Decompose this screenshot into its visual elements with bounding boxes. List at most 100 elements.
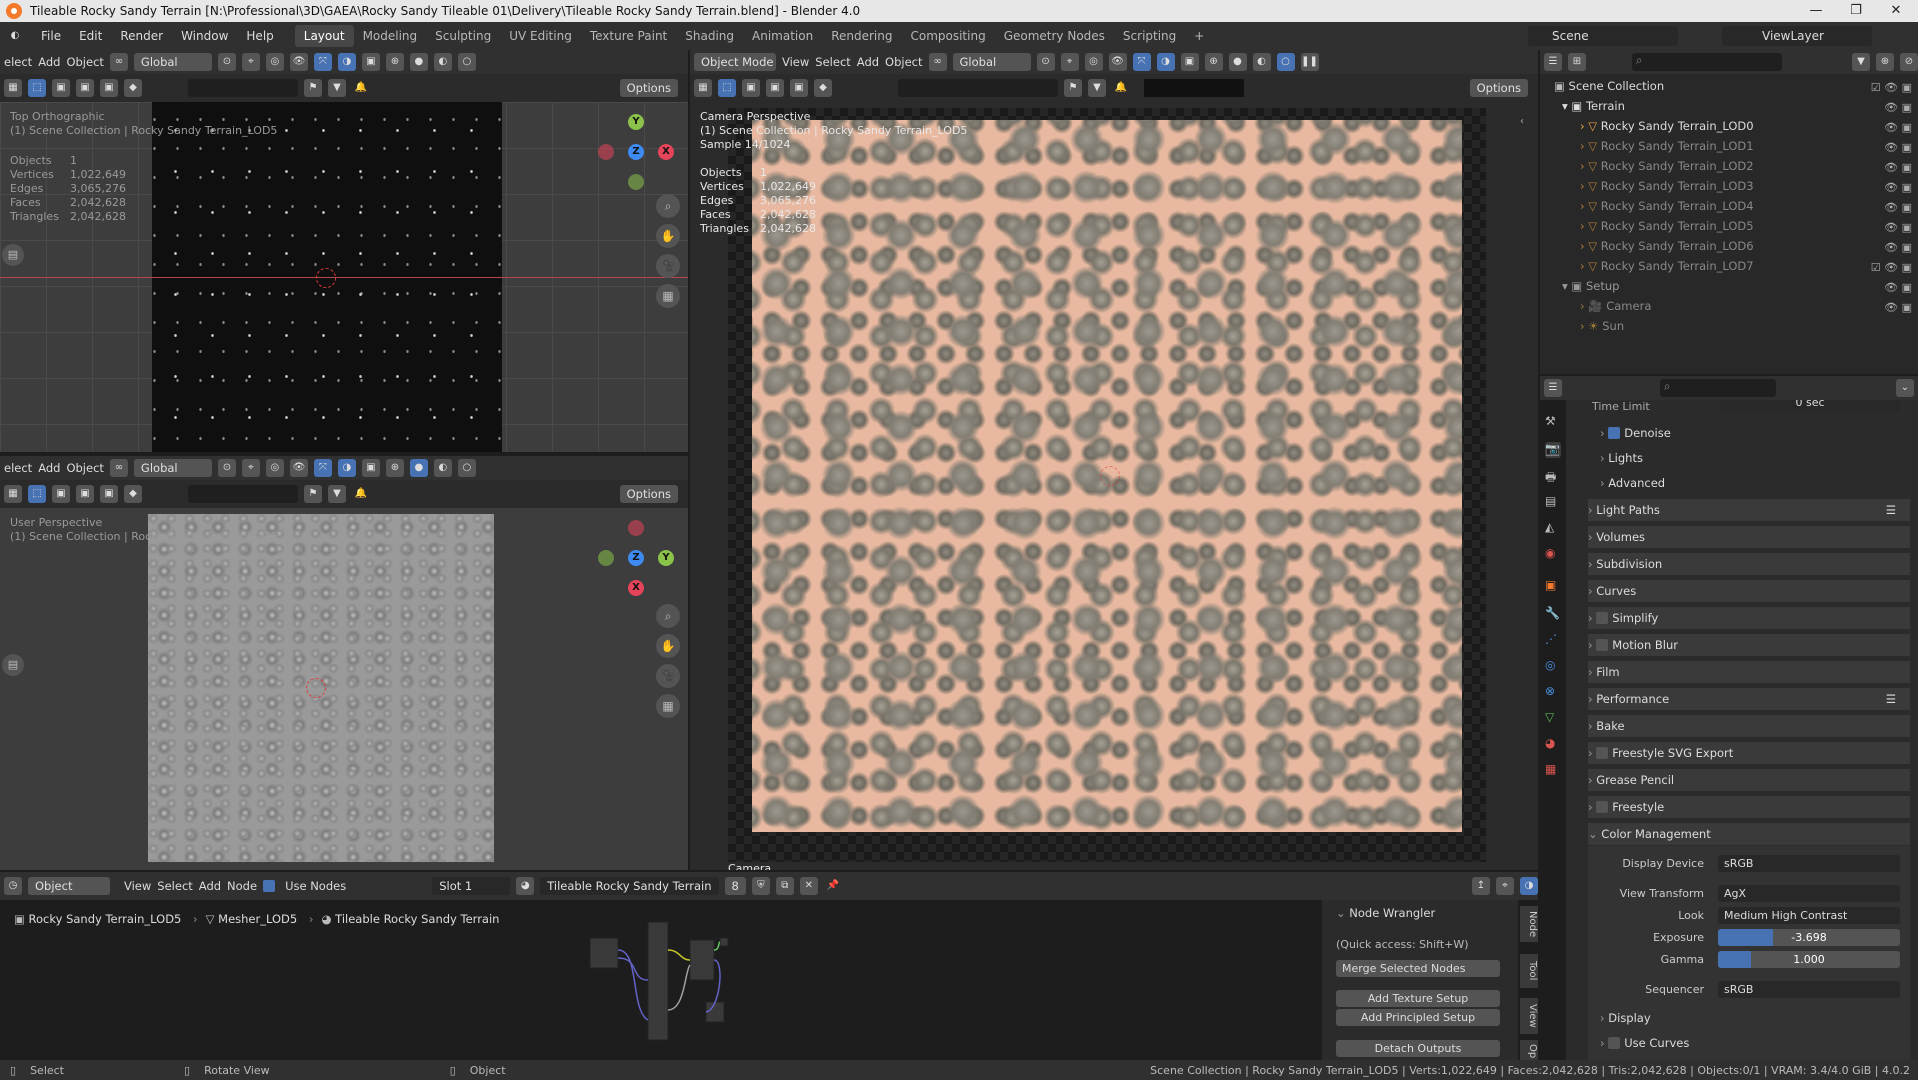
use-curves-subpanel[interactable]: › Use Curves <box>1600 1032 1872 1054</box>
panel-freestyle[interactable]: › Freestyle <box>1588 796 1910 818</box>
3d-cursor[interactable] <box>306 678 326 698</box>
gizmo-neg-y-icon[interactable] <box>628 174 644 190</box>
menu-file[interactable]: File <box>32 29 70 43</box>
filter-icon[interactable]: ◆ <box>124 485 142 503</box>
restrict-icon[interactable]: ⊘ <box>1900 53 1918 71</box>
pivot-icon[interactable]: ⊙ <box>1036 53 1055 71</box>
filter-icon[interactable]: ▼ <box>1852 53 1870 71</box>
menu-select[interactable]: Select <box>815 55 850 69</box>
tab-animation[interactable]: Animation <box>743 25 822 47</box>
blender-menu-icon[interactable]: ◐ <box>6 27 24 45</box>
mode-dropdown[interactable]: Object Mode <box>694 53 776 71</box>
freestyle-checkbox[interactable] <box>1596 801 1609 813</box>
display-subpanel[interactable]: › Display <box>1600 1007 1872 1029</box>
panel-light-paths[interactable]: › Light Paths ☰ <box>1588 499 1910 521</box>
tab-layout[interactable]: Layout <box>294 25 354 47</box>
data-tab-icon[interactable]: ▽ <box>1545 710 1561 726</box>
outliner-item-lod1[interactable]: › ▽ Rocky Sandy Terrain_LOD1 <box>1580 136 1880 156</box>
bookmark-icon[interactable]: ⚑ <box>304 485 322 503</box>
editor-type-icon[interactable]: ▦ <box>694 79 712 97</box>
overlay-icon[interactable]: ◑ <box>337 459 356 477</box>
gizmo-neg-z-icon[interactable] <box>628 520 644 536</box>
camera-view-icon[interactable]: 🎥 <box>656 664 680 688</box>
collection-setup[interactable]: ▾ ▣ Setup <box>1562 276 1862 296</box>
panel-curves[interactable]: › Curves <box>1588 580 1910 602</box>
filter-icon[interactable]: ◆ <box>814 79 832 97</box>
node-wrangler-title[interactable]: ⌄ Node Wrangler <box>1336 906 1435 920</box>
node-graph[interactable] <box>580 920 740 1045</box>
lights-subpanel[interactable]: › Lights <box>1600 447 1872 469</box>
shading-solid-icon[interactable]: ● <box>409 53 428 71</box>
shading-rendered-icon[interactable]: ○ <box>1276 53 1295 71</box>
tab-scripting[interactable]: Scripting <box>1114 25 1185 47</box>
gizmo-icon[interactable]: ⤧ <box>313 53 332 71</box>
search-field[interactable] <box>188 79 298 97</box>
tab-rendering[interactable]: Rendering <box>822 25 901 47</box>
select-mode-3-icon[interactable]: ▣ <box>100 485 118 503</box>
menu-select[interactable]: elect <box>4 55 32 69</box>
pivot-icon[interactable]: ⊙ <box>217 53 236 71</box>
snap-node-icon[interactable]: ⌖ <box>1496 877 1514 895</box>
viewport-user-perspective[interactable]: User Perspective (1) Scene Collection | … <box>0 508 688 870</box>
material-sphere-icon[interactable]: ◕ <box>516 877 535 895</box>
ortho-grid-icon[interactable]: ▦ <box>656 284 680 308</box>
shader-type-dropdown[interactable]: Object <box>28 877 110 895</box>
menu-node[interactable]: Node <box>227 879 257 893</box>
menu-object[interactable]: Object <box>66 55 103 69</box>
pin-icon[interactable]: 📌 <box>824 877 842 895</box>
outliner-item-lod0[interactable]: › ▽ Rocky Sandy Terrain_LOD0 <box>1580 116 1880 136</box>
outliner-item-lod4[interactable]: › ▽ Rocky Sandy Terrain_LOD4 <box>1580 196 1880 216</box>
physics-tab-icon[interactable]: ◎ <box>1545 658 1561 674</box>
notify-icon[interactable]: 🔔 <box>352 485 370 503</box>
outliner-item-lod2[interactable]: › ▽ Rocky Sandy Terrain_LOD2 <box>1580 156 1880 176</box>
scene-collection-row[interactable]: ▣ Scene Collection <box>1554 76 1854 96</box>
visibility-icon[interactable]: 👁 <box>289 53 308 71</box>
add-workspace-button[interactable]: + <box>1185 25 1213 47</box>
sidebar-tab-node[interactable]: Node <box>1520 906 1538 942</box>
select-mode-3-icon[interactable]: ▣ <box>790 79 808 97</box>
parent-node-icon[interactable]: ↥ <box>1472 877 1490 895</box>
funnel-icon[interactable]: ▼ <box>328 485 346 503</box>
menu-edit[interactable]: Edit <box>70 29 111 43</box>
proportional-icon[interactable]: ◎ <box>265 459 284 477</box>
material-name-field[interactable]: Tileable Rocky Sandy Terrain <box>540 877 719 895</box>
render-tab-icon[interactable]: 📷 <box>1545 442 1561 458</box>
scene-selector[interactable]: Scene <box>1528 26 1678 46</box>
panel-bake[interactable]: › Bake <box>1588 715 1910 737</box>
select-mode-icon[interactable]: ▣ <box>52 485 70 503</box>
shading-wire-icon[interactable]: ⊕ <box>385 459 404 477</box>
tab-sculpting[interactable]: Sculpting <box>426 25 500 47</box>
snap-icon[interactable]: ⌖ <box>1060 53 1079 71</box>
notify-icon[interactable]: 🔔 <box>1112 79 1130 97</box>
sidebar-toggle-icon[interactable]: ‹ <box>1520 116 1524 127</box>
gizmo-icon[interactable]: ⤧ <box>1132 53 1151 71</box>
select-mode-icon[interactable]: ▣ <box>52 79 70 97</box>
menu-add[interactable]: Add <box>38 461 60 475</box>
visibility-icon[interactable]: 👁 <box>1108 53 1127 71</box>
tab-texture-paint[interactable]: Texture Paint <box>581 25 676 47</box>
filter-icon[interactable]: ◆ <box>124 79 142 97</box>
display-device-dropdown[interactable]: sRGB <box>1718 855 1900 872</box>
exposure-slider[interactable]: -3.698 <box>1718 929 1900 946</box>
camera-view-icon[interactable]: 🎥 <box>656 254 680 278</box>
visibility-icon[interactable]: 👁 <box>289 459 308 477</box>
output-tab-icon[interactable]: 🖶 <box>1545 468 1561 484</box>
sidebar-tab-op[interactable]: Op <box>1520 1040 1538 1060</box>
select-box-icon[interactable]: ⬚ <box>28 485 46 503</box>
add-principled-setup-button[interactable]: Add Principled Setup <box>1336 1009 1500 1026</box>
viewport-camera[interactable]: Camera Perspective (1) Scene Collection … <box>690 102 1538 870</box>
menu-window[interactable]: Window <box>172 29 237 43</box>
shading-material-icon[interactable]: ◐ <box>433 459 452 477</box>
outliner-item-lod5[interactable]: › ▽ Rocky Sandy Terrain_LOD5 <box>1580 216 1880 236</box>
gizmo-z-icon[interactable]: Z <box>628 550 644 566</box>
menu-view[interactable]: View <box>124 879 151 893</box>
view-layer-selector[interactable]: ViewLayer <box>1722 26 1872 46</box>
node-box[interactable] <box>689 939 715 981</box>
slot-dropdown[interactable]: Slot 1 <box>432 877 511 895</box>
gizmo-y-icon[interactable]: Y <box>658 550 674 566</box>
viewport-top-ortho[interactable]: Top Orthographic (1) Scene Collection | … <box>0 102 688 452</box>
view-layer-tab-icon[interactable]: ▤ <box>1545 494 1561 510</box>
time-limit-field[interactable]: 0 sec <box>1720 400 1900 411</box>
motion-blur-checkbox[interactable] <box>1596 639 1609 651</box>
fake-user-icon[interactable]: ⛨ <box>751 877 770 895</box>
